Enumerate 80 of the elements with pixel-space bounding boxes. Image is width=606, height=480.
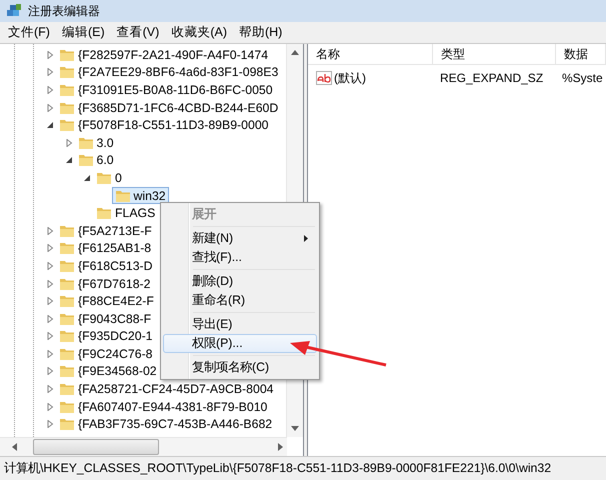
collapsed-triangle-icon[interactable]	[46, 332, 54, 340]
tree-item[interactable]: {F9C24C76-8	[56, 345, 156, 362]
collapsed-triangle-icon[interactable]	[46, 262, 54, 270]
menu-item[interactable]: 查找(F)...	[163, 248, 317, 267]
value-type: REG_EXPAND_SZ	[439, 70, 544, 87]
menu-item[interactable]: 新建(N)	[163, 229, 317, 248]
tree-item[interactable]: {FAB3F735-69C7-453B-A446-B682	[56, 416, 276, 433]
collapsed-triangle-icon[interactable]	[46, 86, 54, 94]
expanded-triangle-icon[interactable]	[46, 121, 54, 130]
collapsed-triangle-icon[interactable]	[46, 402, 54, 411]
scroll-down-icon[interactable]	[291, 426, 299, 431]
tree-item[interactable]: {F6125AB1-8	[56, 240, 154, 257]
scroll-up-icon[interactable]	[291, 50, 299, 55]
collapsed-triangle-icon[interactable]	[46, 314, 54, 323]
string-value-icon	[316, 71, 332, 85]
folder-icon	[59, 117, 75, 134]
collapsed-triangle-icon[interactable]	[46, 226, 54, 235]
menu-item[interactable]: 查看(V)	[116, 24, 160, 41]
tree-item[interactable]: {F5A2713E-F	[56, 222, 155, 240]
tree-item[interactable]: {F9E34568-02	[56, 362, 160, 380]
tree-item[interactable]: {F67D7618-2	[56, 275, 154, 292]
tree-item[interactable]: FLAGS	[93, 204, 158, 222]
status-bar: 计算机\HKEY_CLASSES_ROOT\TypeLib\{F5078F18-C551-11D3-89B9-0000F81FE221}\6.0\0\win32	[0, 456, 606, 480]
folder-icon	[59, 64, 75, 80]
collapsed-triangle-icon[interactable]	[46, 385, 54, 394]
expanded-triangle-icon[interactable]	[64, 156, 72, 164]
collapsed-triangle-icon[interactable]	[64, 138, 72, 147]
folder-icon	[59, 240, 75, 256]
folder-icon	[96, 205, 112, 222]
collapsed-triangle-icon[interactable]	[46, 280, 54, 288]
value-data: %Syste	[561, 70, 604, 87]
tree-item[interactable]: {F935DC20-1	[56, 328, 156, 345]
folder-icon	[59, 381, 75, 398]
tree-item[interactable]: 3.0	[74, 134, 117, 152]
folder-icon	[78, 152, 94, 168]
collapsed-triangle-icon[interactable]	[46, 420, 54, 428]
collapsed-triangle-icon[interactable]	[46, 50, 54, 59]
menu-item[interactable]: 权限(P)...	[163, 334, 317, 353]
folder-icon	[59, 293, 75, 310]
column-header[interactable]: 类型	[433, 44, 556, 64]
tree-item[interactable]: {F3685D71-1FC6-4CBD-B244-E60D	[56, 99, 282, 116]
tree-item[interactable]: {F9043C88-F	[56, 310, 154, 328]
menu-item[interactable]: 文件(F)	[8, 24, 50, 41]
tree-item[interactable]: {F618C513-D	[56, 257, 156, 274]
tree-item[interactable]: {FA607407-E944-4381-8F79-B010	[56, 398, 270, 416]
collapsed-triangle-icon[interactable]	[46, 244, 54, 252]
registry-cubes-icon	[6, 3, 22, 19]
menu-item[interactable]: 帮助(H)	[238, 24, 282, 41]
collapsed-triangle-icon[interactable]	[46, 297, 54, 306]
tree-item[interactable]: 6.0	[74, 152, 117, 169]
value-name: (默认)	[334, 70, 366, 86]
tree-item[interactable]: {F5078F18-C551-11D3-89B9-0000	[56, 116, 272, 134]
tree-item[interactable]: {F2A7EE29-8BF6-4a6d-83F1-098E3	[56, 64, 282, 81]
menu-item[interactable]: 删除(D)	[163, 272, 317, 291]
expanded-triangle-icon[interactable]	[83, 174, 91, 182]
tree-item[interactable]: {FA258721-CF24-45D7-A9CB-8004	[56, 380, 277, 398]
scroll-right-icon[interactable]	[278, 443, 283, 451]
menu-item[interactable]: 导出(E)	[163, 315, 317, 334]
menu-item[interactable]: 重命名(R)	[163, 291, 317, 310]
collapsed-triangle-icon[interactable]	[46, 350, 54, 358]
folder-icon	[59, 416, 75, 432]
scrollbar-thumb[interactable]	[33, 439, 159, 455]
window-title: 注册表编辑器	[28, 2, 100, 20]
column-header[interactable]: 名称	[308, 44, 433, 64]
folder-icon	[59, 363, 75, 380]
column-header[interactable]: 数据	[556, 44, 606, 64]
tree-item[interactable]: {F88CE4E2-F	[56, 292, 157, 310]
tree-item[interactable]: {F282597F-2A21-490F-A4F0-1474	[56, 46, 272, 64]
collapsed-triangle-icon[interactable]	[46, 68, 54, 76]
menu-item[interactable]: 复制项名称(C)	[163, 358, 317, 377]
menu-item[interactable]: 编辑(E)	[62, 24, 105, 41]
tree-item[interactable]: win32	[112, 187, 169, 204]
collapsed-triangle-icon[interactable]	[46, 104, 54, 112]
scroll-left-icon[interactable]	[12, 443, 17, 451]
tree-item[interactable]: {F31091E5-B0A8-11D6-B6FC-0050	[56, 81, 276, 98]
collapsed-triangle-icon[interactable]	[46, 367, 54, 376]
menu-item[interactable]: 收藏夹(A)	[171, 24, 227, 41]
folder-icon	[59, 328, 75, 344]
horizontal-scrollbar[interactable]	[0, 437, 287, 456]
tree-item[interactable]: 0	[93, 169, 125, 186]
